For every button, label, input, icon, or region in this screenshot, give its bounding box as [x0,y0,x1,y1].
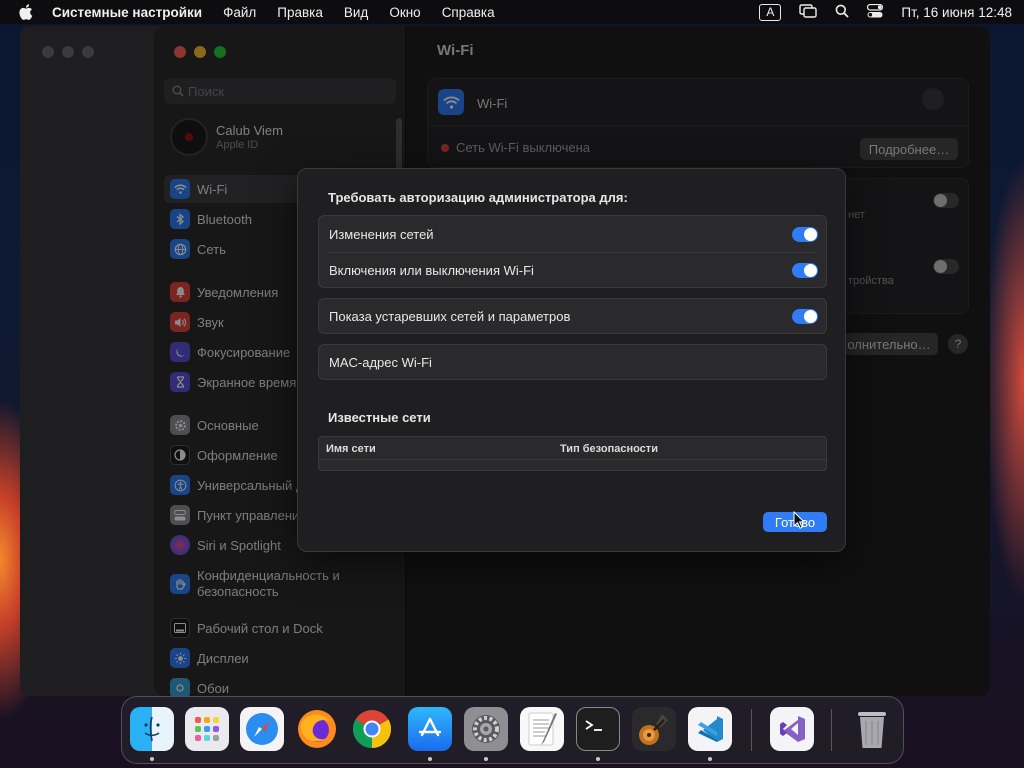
setting-label: Показа устаревших сетей и параметров [329,308,571,324]
textedit-icon[interactable] [520,707,564,751]
menu-edit[interactable]: Правка [277,5,323,20]
window-minimize-inactive[interactable] [62,46,74,58]
chrome-icon[interactable] [350,707,394,751]
setting-label: Включения или выключения Wi-Fi [329,262,534,278]
firefox-icon[interactable] [295,707,339,751]
terminal-icon[interactable] [576,707,620,751]
system-settings-icon[interactable] [464,707,508,751]
vscode-icon[interactable] [688,707,732,751]
admin-auth-sheet: Требовать авторизацию администратора для… [297,168,846,552]
app-store-icon[interactable] [408,707,452,751]
control-center-icon[interactable] [867,3,884,21]
auth-settings-group: Изменения сетей Включения или выключения… [318,215,827,288]
dock [121,696,904,764]
setting-row-wifi-power: Включения или выключения Wi-Fi [319,252,826,288]
window-close-inactive[interactable] [42,46,54,58]
setting-label: MAC-адрес Wi-Fi [329,354,432,370]
network-changes-toggle[interactable] [792,226,818,242]
known-networks-title: Известные сети [328,410,431,425]
legacy-networks-group: Показа устаревших сетей и параметров [318,298,827,334]
legacy-networks-toggle[interactable] [792,308,818,324]
sheet-heading: Требовать авторизацию администратора для… [328,190,628,205]
menu-app-name[interactable]: Системные настройки [52,5,202,20]
menu-datetime[interactable]: Пт, 16 июня 12:48 [901,5,1012,20]
launchpad-icon[interactable] [185,707,229,751]
mac-address-group: MAC-адрес Wi-Fi [318,344,827,380]
menu-file[interactable]: Файл [223,5,256,20]
screen-mirroring-icon[interactable] [799,3,818,21]
spotlight-search-icon[interactable] [835,4,850,21]
window-zoom-inactive[interactable] [82,46,94,58]
safari-icon[interactable] [240,707,284,751]
apple-logo-icon[interactable] [17,0,35,24]
menu-help[interactable]: Справка [442,5,495,20]
input-source-icon[interactable]: A [759,3,782,21]
mouse-cursor-icon [793,511,805,529]
column-header-network-name[interactable]: Имя сети [326,443,376,455]
menu-view[interactable]: Вид [344,5,368,20]
wifi-power-toggle[interactable] [792,262,818,278]
setting-row-network-changes: Изменения сетей [319,216,826,252]
menu-window[interactable]: Окно [389,5,420,20]
trash-icon[interactable] [850,707,894,751]
column-header-security-type[interactable]: Тип безопасности [560,443,658,455]
visual-studio-icon[interactable] [770,707,814,751]
setting-label: Изменения сетей [329,226,434,242]
finder-icon[interactable] [130,707,174,751]
garageband-icon[interactable] [632,707,676,751]
setting-row-mac-address: MAC-адрес Wi-Fi [319,344,826,380]
menu-bar: Системные настройки Файл Правка Вид Окно… [0,0,1024,24]
known-networks-table: Имя сети Тип безопасности [318,436,827,471]
setting-row-legacy-networks: Показа устаревших сетей и параметров [319,298,826,334]
